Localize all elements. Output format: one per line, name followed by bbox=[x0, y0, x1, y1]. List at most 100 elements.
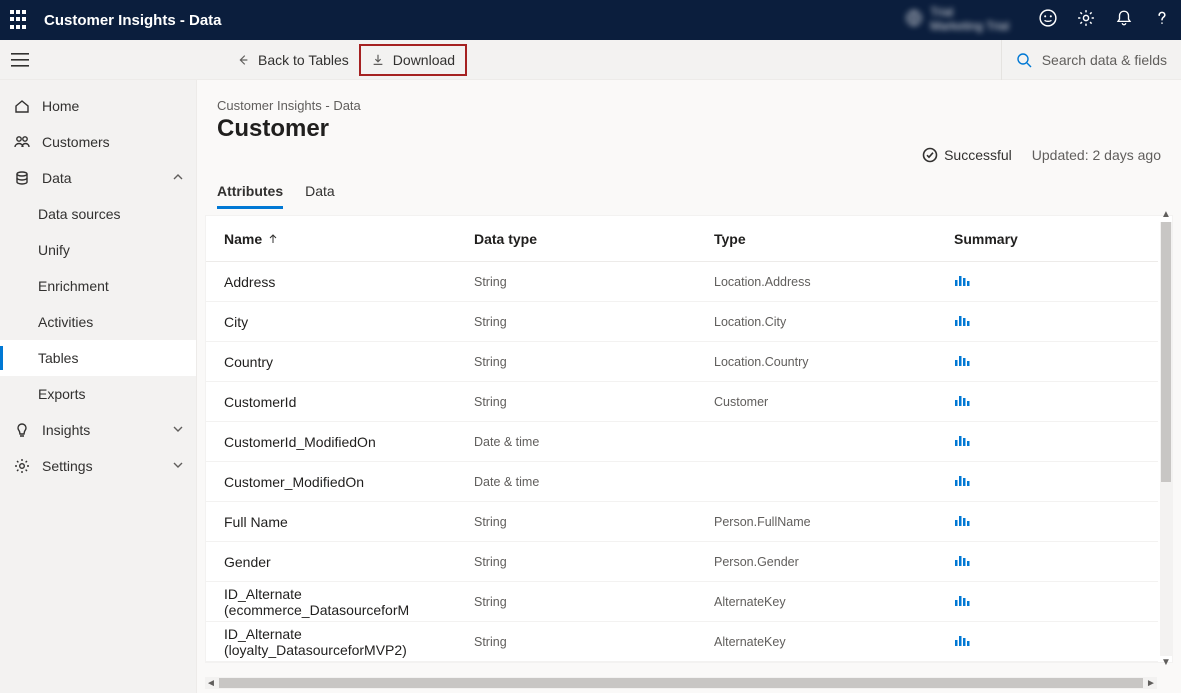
table-row[interactable]: CountryStringLocation.Country bbox=[206, 342, 1158, 382]
col-datatype[interactable]: Data type bbox=[474, 231, 714, 247]
horizontal-scroll-thumb[interactable] bbox=[219, 678, 1143, 688]
home-icon bbox=[14, 98, 30, 114]
cell-type: Location.Address bbox=[714, 275, 954, 289]
sidebar: Home Customers Data Data sources Unify E… bbox=[0, 80, 197, 693]
sort-asc-icon bbox=[262, 231, 278, 247]
status-label: Successful bbox=[944, 147, 1012, 163]
cell-name: CustomerId_ModifiedOn bbox=[224, 434, 474, 450]
scroll-down-icon[interactable]: ▼ bbox=[1161, 658, 1171, 668]
environment-picker[interactable]: Trial Marketing Trial bbox=[906, 6, 1009, 34]
table-row[interactable]: ID_Alternate (ecommerce_DatasourceforMSt… bbox=[206, 582, 1158, 622]
nav-home-label: Home bbox=[42, 98, 79, 114]
summary-chart-icon[interactable] bbox=[954, 554, 1140, 569]
gear-icon bbox=[14, 458, 30, 474]
table-row[interactable]: GenderStringPerson.Gender bbox=[206, 542, 1158, 582]
summary-chart-icon[interactable] bbox=[954, 394, 1140, 409]
cell-datatype: String bbox=[474, 275, 714, 289]
arrow-left-icon bbox=[236, 53, 250, 67]
nav-unify[interactable]: Unify bbox=[0, 232, 196, 268]
search-icon bbox=[1016, 52, 1032, 68]
nav-data[interactable]: Data bbox=[0, 160, 196, 196]
cell-name: ID_Alternate (ecommerce_DatasourceforM bbox=[224, 586, 474, 618]
cell-datatype: String bbox=[474, 555, 714, 569]
vertical-scroll-thumb[interactable] bbox=[1161, 222, 1171, 482]
app-launcher-icon[interactable] bbox=[10, 10, 30, 30]
col-name[interactable]: Name bbox=[224, 231, 474, 247]
summary-chart-icon[interactable] bbox=[954, 474, 1140, 489]
download-button[interactable]: Download bbox=[359, 44, 467, 76]
cell-name: Address bbox=[224, 274, 474, 290]
cell-datatype: String bbox=[474, 395, 714, 409]
updated-label: Updated: 2 days ago bbox=[1032, 147, 1161, 163]
chevron-down-icon bbox=[172, 422, 184, 438]
nav-enrichment[interactable]: Enrichment bbox=[0, 268, 196, 304]
cell-name: Customer_ModifiedOn bbox=[224, 474, 474, 490]
cell-name: Full Name bbox=[224, 514, 474, 530]
table-row[interactable]: ID_Alternate (loyalty_DatasourceforMVP2)… bbox=[206, 622, 1158, 662]
nav-activities[interactable]: Activities bbox=[0, 304, 196, 340]
cell-type: Person.FullName bbox=[714, 515, 954, 529]
nav-collapse-button[interactable] bbox=[0, 40, 40, 80]
help-icon[interactable] bbox=[1153, 9, 1171, 32]
download-label: Download bbox=[393, 52, 455, 68]
search-placeholder: Search data & fields bbox=[1042, 52, 1167, 68]
cell-type: Location.City bbox=[714, 315, 954, 329]
nav-tables[interactable]: Tables bbox=[0, 340, 196, 376]
bell-icon[interactable] bbox=[1115, 9, 1133, 32]
summary-chart-icon[interactable] bbox=[954, 354, 1140, 369]
back-to-tables-button[interactable]: Back to Tables bbox=[226, 40, 359, 80]
table-row[interactable]: CityStringLocation.City bbox=[206, 302, 1158, 342]
summary-chart-icon[interactable] bbox=[954, 634, 1140, 649]
summary-chart-icon[interactable] bbox=[954, 434, 1140, 449]
table-row[interactable]: Customer_ModifiedOnDate & time bbox=[206, 462, 1158, 502]
cell-datatype: String bbox=[474, 315, 714, 329]
globe-icon bbox=[906, 10, 922, 31]
smile-feedback-icon[interactable] bbox=[1039, 9, 1057, 32]
nav-insights[interactable]: Insights bbox=[0, 412, 196, 448]
scroll-left-icon[interactable]: ◄ bbox=[205, 678, 217, 689]
summary-chart-icon[interactable] bbox=[954, 594, 1140, 609]
app-title: Customer Insights - Data bbox=[44, 12, 222, 29]
cell-name: CustomerId bbox=[224, 394, 474, 410]
env-name: Trial bbox=[930, 6, 1009, 20]
nav-exports[interactable]: Exports bbox=[0, 376, 196, 412]
cell-name: Country bbox=[224, 354, 474, 370]
nav-customers[interactable]: Customers bbox=[0, 124, 196, 160]
col-summary[interactable]: Summary bbox=[954, 231, 1140, 247]
breadcrumb: Customer Insights - Data bbox=[217, 98, 1161, 113]
customers-icon bbox=[14, 134, 30, 150]
nav-customers-label: Customers bbox=[42, 134, 110, 150]
download-icon bbox=[371, 53, 385, 67]
table-row[interactable]: CustomerIdStringCustomer bbox=[206, 382, 1158, 422]
table-row[interactable]: Full NameStringPerson.FullName bbox=[206, 502, 1158, 542]
search-button[interactable]: Search data & fields bbox=[1001, 40, 1181, 80]
cell-type: Location.Country bbox=[714, 355, 954, 369]
cell-type: Customer bbox=[714, 395, 954, 409]
chevron-up-icon bbox=[172, 170, 184, 186]
table-row[interactable]: AddressStringLocation.Address bbox=[206, 262, 1158, 302]
nav-data-label: Data bbox=[42, 170, 72, 186]
cell-datatype: String bbox=[474, 355, 714, 369]
gear-icon[interactable] bbox=[1077, 9, 1095, 32]
env-sub: Marketing Trial bbox=[930, 20, 1009, 34]
nav-home[interactable]: Home bbox=[0, 88, 196, 124]
page-title: Customer bbox=[217, 115, 1161, 143]
nav-data-sources[interactable]: Data sources bbox=[0, 196, 196, 232]
cell-datatype: Date & time bbox=[474, 435, 714, 449]
tab-attributes[interactable]: Attributes bbox=[217, 177, 283, 209]
table-row[interactable]: CustomerId_ModifiedOnDate & time bbox=[206, 422, 1158, 462]
tab-data[interactable]: Data bbox=[305, 177, 335, 209]
insights-icon bbox=[14, 422, 30, 438]
cell-datatype: Date & time bbox=[474, 475, 714, 489]
summary-chart-icon[interactable] bbox=[954, 314, 1140, 329]
nav-settings[interactable]: Settings bbox=[0, 448, 196, 484]
check-circle-icon bbox=[922, 147, 938, 163]
scroll-up-icon[interactable]: ▲ bbox=[1161, 210, 1171, 220]
col-type[interactable]: Type bbox=[714, 231, 954, 247]
cell-type: AlternateKey bbox=[714, 635, 954, 649]
scroll-right-icon[interactable]: ► bbox=[1145, 678, 1157, 689]
horizontal-scrollbar[interactable]: ◄ ► bbox=[205, 677, 1157, 689]
summary-chart-icon[interactable] bbox=[954, 274, 1140, 289]
summary-chart-icon[interactable] bbox=[954, 514, 1140, 529]
attributes-table: Name Data type Type Summary AddressStrin… bbox=[205, 215, 1173, 663]
